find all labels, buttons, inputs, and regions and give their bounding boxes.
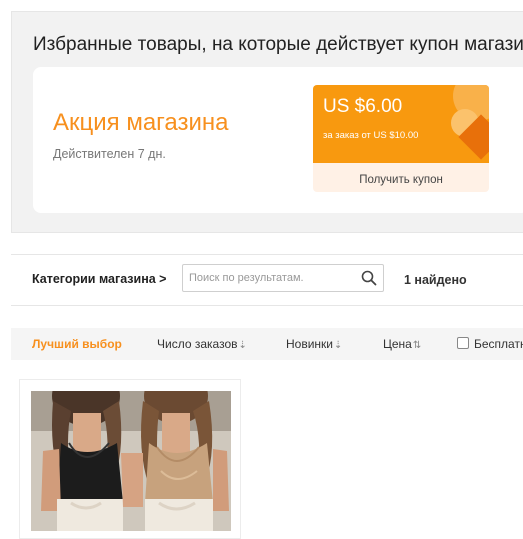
- sort-best-match[interactable]: Лучший выбор: [32, 337, 122, 351]
- store-search-bar: Категории магазина > 1 найдено: [11, 254, 523, 306]
- search-input[interactable]: [183, 265, 359, 291]
- free-shipping-label: Бесплатн: [474, 337, 523, 351]
- coupon-amount: US $6.00: [323, 96, 403, 117]
- sort-updown-arrow-icon: ⇅: [412, 340, 422, 351]
- store-categories-link[interactable]: Категории магазина >: [32, 272, 166, 286]
- coupon-wave-edge: [313, 158, 489, 168]
- store-promo-card: Акция магазина Действителен 7 дн. US $6.…: [33, 67, 523, 213]
- product-photo-illustration: [31, 391, 231, 531]
- sort-bar: Лучший выбор Число заказов⇣ Новинки⇣ Цен…: [11, 328, 523, 360]
- sort-orders-label: Число заказов: [157, 337, 238, 351]
- sort-down-arrow-icon: ⇣: [238, 340, 247, 351]
- get-coupon-button[interactable]: Получить купон: [313, 168, 489, 192]
- search-icon[interactable]: [361, 270, 377, 286]
- sort-price[interactable]: Цена⇅: [383, 337, 421, 351]
- sort-newest[interactable]: Новинки⇣: [286, 337, 342, 351]
- coupon-condition: за заказ от US $10.00: [323, 130, 419, 141]
- promo-title: Акция магазина: [53, 109, 229, 136]
- coupon-section-heading: Избранные товары, на которые действует к…: [33, 34, 523, 55]
- sort-price-label: Цена: [383, 337, 412, 351]
- free-shipping-checkbox[interactable]: [457, 337, 469, 349]
- product-image[interactable]: [31, 391, 231, 531]
- free-shipping-filter[interactable]: Бесплатн: [457, 337, 523, 351]
- sort-newest-label: Новинки: [286, 337, 333, 351]
- results-count: 1 найдено: [404, 273, 467, 287]
- sort-orders[interactable]: Число заказов⇣: [157, 337, 247, 351]
- coupon-ticket[interactable]: US $6.00 за заказ от US $10.00 Получить …: [313, 85, 489, 192]
- coupon-top: US $6.00 за заказ от US $10.00: [313, 85, 489, 163]
- promo-validity: Действителен 7 дн.: [53, 147, 166, 161]
- search-box[interactable]: [182, 264, 384, 292]
- store-coupon-section: Избранные товары, на которые действует к…: [11, 11, 523, 233]
- product-card[interactable]: [19, 379, 241, 539]
- sort-best-match-label: Лучший выбор: [32, 337, 122, 351]
- sort-down-arrow-icon: ⇣: [334, 340, 343, 351]
